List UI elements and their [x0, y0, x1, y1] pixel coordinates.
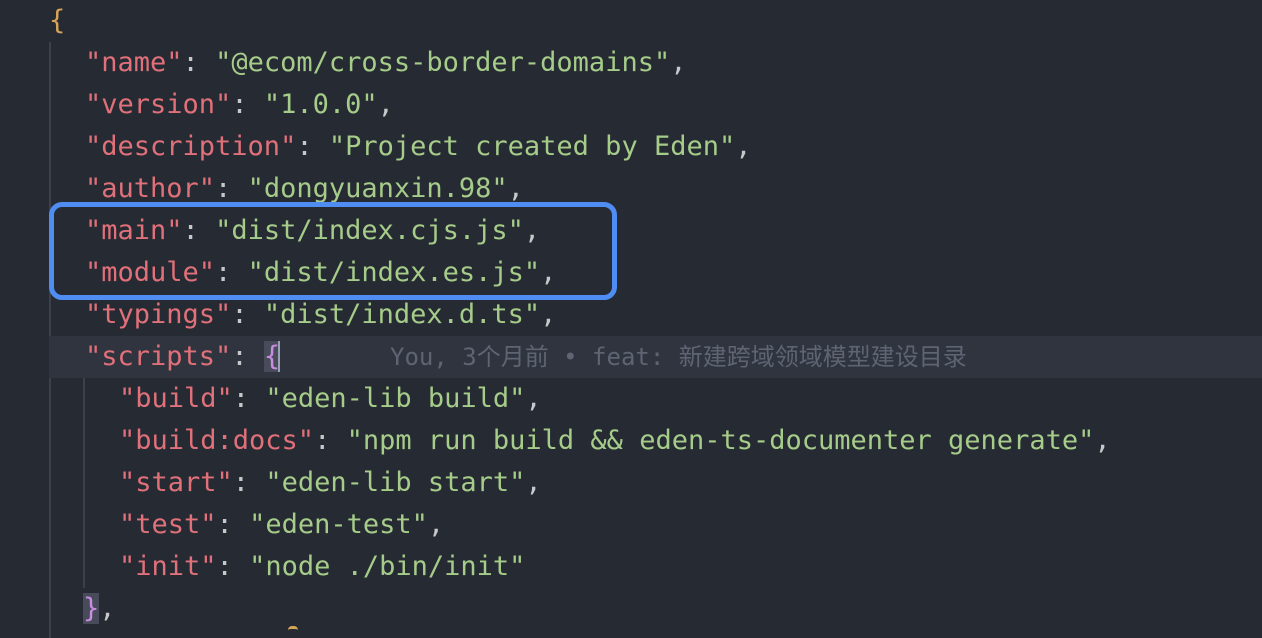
build-key: "build" [119, 383, 233, 414]
colon: : [216, 509, 250, 540]
colon: : [231, 341, 264, 372]
colon: : [182, 47, 216, 78]
start-value: "eden-lib start" [265, 467, 526, 498]
comma: , [525, 383, 542, 414]
comma: , [507, 173, 524, 204]
colon: : [296, 131, 329, 162]
colon: : [314, 425, 347, 456]
build-value: "eden-lib build" [265, 383, 526, 414]
code-line-build: "build": "eden-lib build", [0, 378, 1262, 420]
comma: , [427, 509, 445, 540]
colon: : [231, 299, 264, 330]
test-key: "test" [119, 509, 217, 540]
comma: , [735, 131, 752, 162]
description-value: "Project created by Eden" [328, 131, 736, 162]
colon: : [232, 383, 266, 414]
comma: , [525, 467, 542, 498]
typings-value: "dist/index.d.ts" [263, 299, 541, 330]
author-key: "author" [85, 173, 216, 204]
code-line-scripts-close: }, [0, 588, 1262, 630]
version-key: "version" [85, 89, 232, 120]
next-line-partial-brace [288, 626, 298, 632]
code-editor[interactable]: { "name": "@ecom/cross-border-domains", … [0, 0, 1262, 638]
comma: , [670, 47, 687, 78]
comma: , [99, 593, 116, 624]
init-key: "init" [119, 551, 217, 582]
init-value: "node ./bin/init" [249, 551, 526, 582]
name-key: "name" [85, 47, 183, 78]
description-key: "description" [85, 131, 297, 162]
code-line-build-docs: "build:docs": "npm run build && eden-ts-… [0, 420, 1262, 462]
code-line-typings: "typings": "dist/index.d.ts", [0, 294, 1262, 336]
code-line-scripts-current[interactable]: "scripts": { You, 3个月前 • feat: 新建跨域领域模型建… [49, 336, 1262, 378]
comma: , [1094, 425, 1111, 456]
colon: : [231, 89, 264, 120]
version-value: "1.0.0" [263, 89, 378, 120]
code-line-init: "init": "node ./bin/init" [0, 546, 1262, 588]
code-line-description: "description": "Project created by Eden"… [0, 126, 1262, 168]
code-line-1: { [0, 0, 1262, 42]
code-line-name: "name": "@ecom/cross-border-domains", [0, 42, 1262, 84]
name-value: "@ecom/cross-border-domains" [215, 47, 671, 78]
comma: , [377, 89, 394, 120]
test-value: "eden-test" [249, 509, 428, 540]
start-key: "start" [119, 467, 233, 498]
git-blame-annotation: You, 3个月前 • feat: 新建跨域领域模型建设目录 [390, 343, 967, 371]
scripts-key: "scripts" [85, 341, 232, 372]
colon: : [215, 173, 248, 204]
colon: : [216, 551, 250, 582]
comma: , [540, 299, 557, 330]
author-value: "dongyuanxin.98" [247, 173, 508, 204]
colon: : [232, 467, 266, 498]
build-docs-value: "npm run build && eden-ts-documenter gen… [346, 425, 1095, 456]
scripts-open-brace: { [263, 341, 281, 372]
code-line-test: "test": "eden-test", [0, 504, 1262, 546]
typings-key: "typings" [85, 299, 232, 330]
main-module-highlight-box [49, 202, 617, 300]
open-brace: { [49, 5, 66, 36]
scripts-close-brace: } [83, 593, 100, 624]
build-docs-key: "build:docs" [119, 425, 315, 456]
code-line-version: "version": "1.0.0", [0, 84, 1262, 126]
code-line-start: "start": "eden-lib start", [0, 462, 1262, 504]
